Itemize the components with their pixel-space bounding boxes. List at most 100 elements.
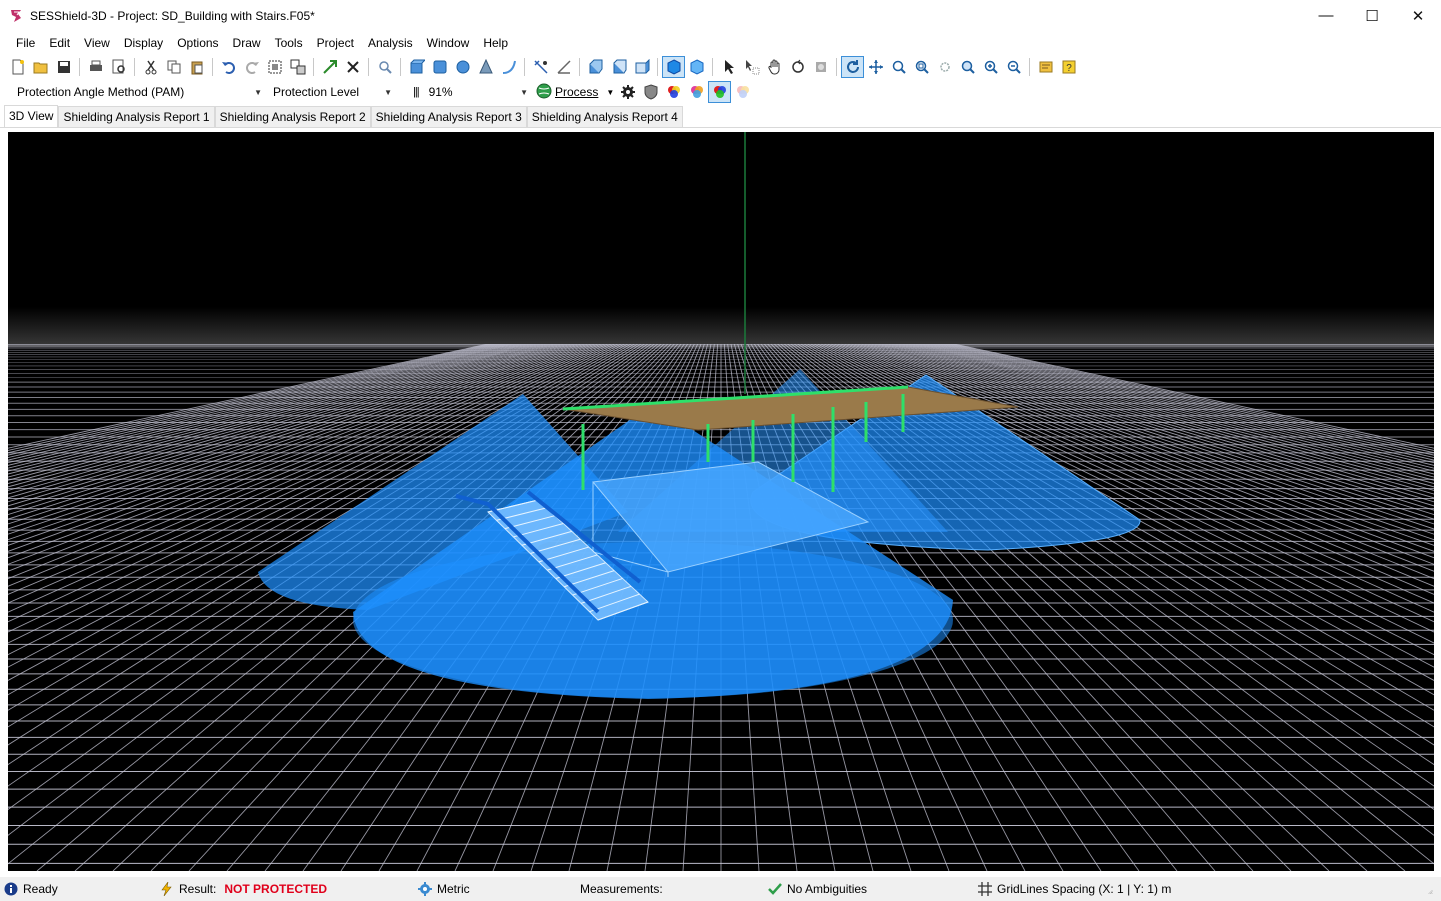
maximize-button[interactable]: ☐ bbox=[1349, 0, 1395, 31]
zoom-all-icon[interactable] bbox=[956, 56, 979, 78]
undo-icon[interactable] bbox=[217, 56, 240, 78]
print-preview-icon[interactable] bbox=[107, 56, 130, 78]
3d-viewport[interactable] bbox=[8, 132, 1434, 871]
toolbar-separator bbox=[313, 58, 314, 76]
zoom-extents-icon[interactable] bbox=[910, 56, 933, 78]
draw-box-icon[interactable] bbox=[405, 56, 428, 78]
menu-bar: File Edit View Display Options Draw Tool… bbox=[0, 33, 1441, 53]
color-cmy-icon[interactable] bbox=[685, 81, 708, 103]
tab-report-3[interactable]: Shielding Analysis Report 3 bbox=[370, 106, 527, 127]
chevron-down-icon: ▼ bbox=[254, 87, 262, 97]
shield-icon[interactable] bbox=[639, 81, 662, 103]
gear-globe-icon bbox=[418, 882, 432, 896]
properties-icon[interactable] bbox=[1034, 56, 1057, 78]
status-grid-text: GridLines Spacing (X: 1 | Y: 1) m bbox=[997, 882, 1172, 896]
find-icon[interactable] bbox=[373, 56, 396, 78]
3d-scene[interactable] bbox=[8, 132, 1434, 871]
select-multiple-icon[interactable] bbox=[740, 56, 763, 78]
draw-rectangle-icon[interactable] bbox=[428, 56, 451, 78]
protection-method-value: Protection Angle Method (PAM) bbox=[17, 85, 185, 99]
menu-window[interactable]: Window bbox=[420, 33, 477, 53]
close-button[interactable]: ✕ bbox=[1395, 0, 1441, 31]
rotate-3d-icon[interactable] bbox=[786, 56, 809, 78]
menu-help[interactable]: Help bbox=[476, 33, 515, 53]
copy-icon[interactable] bbox=[162, 56, 185, 78]
menu-project[interactable]: Project bbox=[310, 33, 361, 53]
measure-angle-icon[interactable] bbox=[552, 56, 575, 78]
cut-icon[interactable] bbox=[139, 56, 162, 78]
minimize-button[interactable]: — bbox=[1303, 0, 1349, 31]
print-icon[interactable] bbox=[84, 56, 107, 78]
save-icon[interactable] bbox=[52, 56, 75, 78]
new-file-icon[interactable] bbox=[6, 56, 29, 78]
draw-cone-icon[interactable] bbox=[474, 56, 497, 78]
view-front-icon[interactable] bbox=[607, 56, 630, 78]
measure-icon[interactable] bbox=[529, 56, 552, 78]
select-region-icon[interactable] bbox=[263, 56, 286, 78]
sesshield-logo-icon bbox=[8, 8, 24, 24]
delete-icon[interactable] bbox=[341, 56, 364, 78]
view-side-icon[interactable] bbox=[630, 56, 653, 78]
status-ready: Ready bbox=[4, 881, 58, 897]
move-arrows-icon[interactable] bbox=[864, 56, 887, 78]
menu-options[interactable]: Options bbox=[170, 33, 225, 53]
process-button[interactable]: Process ▼ bbox=[536, 82, 614, 102]
rotate-view-icon[interactable] bbox=[841, 56, 864, 78]
menu-file[interactable]: File bbox=[9, 33, 42, 53]
main-toolbar: ? bbox=[6, 55, 1436, 79]
chevron-down-icon: ▼ bbox=[384, 87, 392, 97]
resize-grip-icon[interactable] bbox=[1428, 887, 1438, 897]
open-folder-icon[interactable] bbox=[29, 56, 52, 78]
color-rgb-icon[interactable] bbox=[662, 81, 685, 103]
tab-3d-view[interactable]: 3D View bbox=[4, 105, 59, 127]
chevron-down-icon[interactable]: ▼ bbox=[606, 88, 614, 97]
protection-method-select[interactable]: Protection Angle Method (PAM) ▼ bbox=[10, 82, 266, 102]
chevron-down-icon: ▼ bbox=[520, 87, 528, 97]
status-ambiguities-text: No Ambiguities bbox=[787, 882, 868, 896]
solid-view-icon[interactable] bbox=[662, 56, 685, 78]
checkmark-icon bbox=[768, 883, 782, 895]
status-measurements-text: Measurements: bbox=[580, 882, 663, 896]
title-bar: SESShield-3D - Project: SD_Building with… bbox=[0, 0, 1441, 31]
transparency-bars-icon: ||| bbox=[413, 86, 420, 98]
menu-edit[interactable]: Edit bbox=[42, 33, 77, 53]
paste-icon[interactable] bbox=[185, 56, 208, 78]
tab-report-1[interactable]: Shielding Analysis Report 1 bbox=[58, 106, 215, 127]
status-ready-text: Ready bbox=[23, 882, 58, 896]
transparency-value: 91% bbox=[428, 85, 453, 99]
view-iso-icon[interactable] bbox=[584, 56, 607, 78]
svg-text:?: ? bbox=[1066, 63, 1072, 74]
transparency-select[interactable]: ||| 91% ▼ bbox=[406, 82, 532, 102]
tab-report-2[interactable]: Shielding Analysis Report 2 bbox=[214, 106, 371, 127]
lightning-icon bbox=[161, 882, 172, 896]
redo-icon[interactable] bbox=[240, 56, 263, 78]
tab-strip: 3D View Shielding Analysis Report 1 Shie… bbox=[0, 105, 1441, 128]
draw-sphere-icon[interactable] bbox=[451, 56, 474, 78]
menu-draw[interactable]: Draw bbox=[226, 33, 268, 53]
orbit-icon[interactable] bbox=[809, 56, 832, 78]
status-result-label: Result: bbox=[179, 882, 217, 896]
menu-tools[interactable]: Tools bbox=[268, 33, 310, 53]
zoom-window-icon[interactable] bbox=[887, 56, 910, 78]
protection-level-select[interactable]: Protection Level ▼ bbox=[266, 82, 396, 102]
status-result-value: NOT PROTECTED bbox=[224, 882, 328, 896]
color-light-icon[interactable] bbox=[731, 81, 754, 103]
menu-view[interactable]: View bbox=[77, 33, 117, 53]
group-icon[interactable] bbox=[286, 56, 309, 78]
tab-report-4[interactable]: Shielding Analysis Report 4 bbox=[526, 106, 683, 127]
pan-hand-icon[interactable] bbox=[763, 56, 786, 78]
move-up-icon[interactable] bbox=[318, 56, 341, 78]
transparent-view-icon[interactable] bbox=[685, 56, 708, 78]
draw-curve-icon[interactable] bbox=[497, 56, 520, 78]
help-icon[interactable]: ? bbox=[1057, 56, 1080, 78]
horizon-band bbox=[8, 307, 1434, 347]
pointer-icon[interactable] bbox=[717, 56, 740, 78]
zoom-in-icon[interactable] bbox=[979, 56, 1002, 78]
menu-analysis[interactable]: Analysis bbox=[361, 33, 420, 53]
color-scheme-icon[interactable] bbox=[708, 81, 732, 103]
zoom-dynamic-icon[interactable] bbox=[933, 56, 956, 78]
settings-gear-icon[interactable] bbox=[616, 81, 639, 103]
menu-display[interactable]: Display bbox=[117, 33, 170, 53]
toolbar-separator bbox=[79, 58, 80, 76]
zoom-out-icon[interactable] bbox=[1002, 56, 1025, 78]
